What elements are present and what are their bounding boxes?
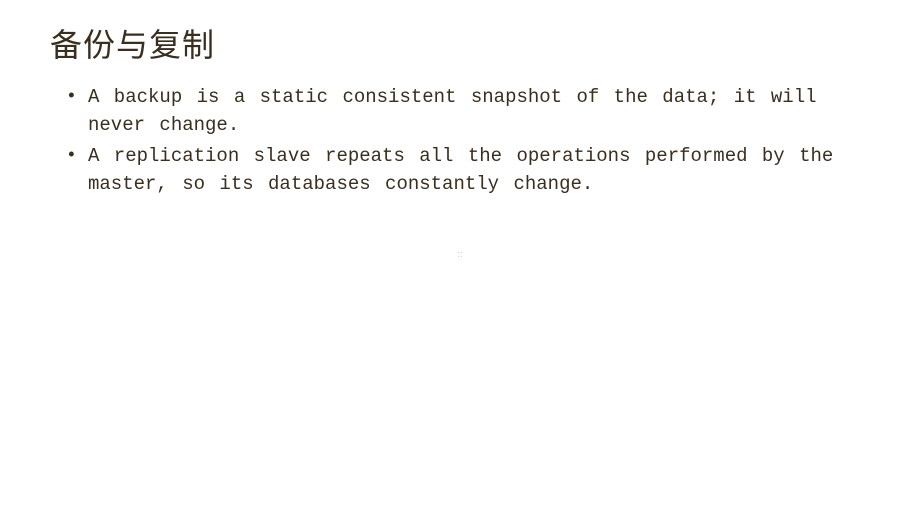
watermark-dots: :: (457, 249, 462, 259)
slide-title: 备份与复制 (50, 20, 870, 66)
bullet-list: A backup is a static consistent snapshot… (50, 84, 870, 198)
bullet-item: A backup is a static consistent snapshot… (70, 84, 870, 139)
bullet-item: A replication slave repeats all the oper… (70, 143, 870, 198)
